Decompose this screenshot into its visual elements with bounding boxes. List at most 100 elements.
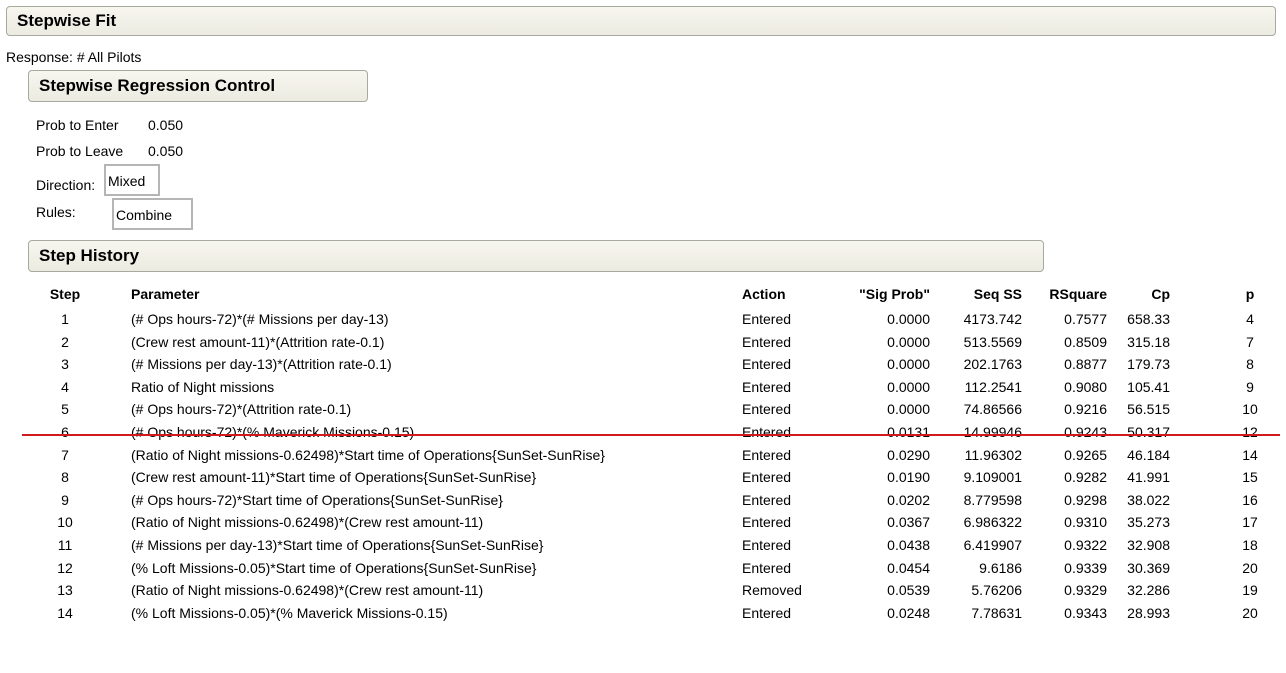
rules-label: Rules: bbox=[36, 204, 76, 220]
column-header-cp: Cp bbox=[1151, 286, 1170, 302]
prob-to-leave-field[interactable]: 0.050 bbox=[148, 142, 183, 160]
cell-seq-ss: 14.99946 bbox=[963, 424, 1022, 440]
cell-parameter: (Ratio of Night missions-0.62498)*(Crew … bbox=[131, 514, 484, 530]
cell-p: 15 bbox=[1242, 469, 1258, 485]
cell-sig-prob: 0.0000 bbox=[887, 356, 930, 372]
cell-action: Entered bbox=[742, 424, 792, 440]
direction-combobox[interactable]: Mixed bbox=[104, 164, 160, 196]
cell-parameter: (Ratio of Night missions-0.62498)*(Crew … bbox=[131, 582, 484, 598]
cell-action: Entered bbox=[742, 311, 792, 327]
cell-seq-ss: 11.96302 bbox=[964, 447, 1022, 463]
cell-cp: 32.908 bbox=[1127, 537, 1170, 553]
cell-cp: 41.991 bbox=[1127, 469, 1170, 485]
cell-sig-prob: 0.0438 bbox=[887, 537, 930, 553]
cell-action: Entered bbox=[742, 379, 792, 395]
cell-p: 14 bbox=[1242, 447, 1258, 463]
cell-cp: 50.317 bbox=[1127, 424, 1170, 440]
cell-seq-ss: 202.1763 bbox=[963, 356, 1022, 372]
cell-rsquare: 0.9343 bbox=[1064, 605, 1107, 621]
cell-parameter: (Crew rest amount-11)*Start time of Oper… bbox=[131, 469, 537, 485]
cell-rsquare: 0.9080 bbox=[1064, 379, 1107, 395]
cell-parameter: Ratio of Night missions bbox=[131, 379, 275, 395]
cell-action: Entered bbox=[742, 334, 792, 350]
stepwise-regression-control-header[interactable]: Stepwise Regression Control bbox=[28, 70, 368, 102]
cell-rsquare: 0.8877 bbox=[1064, 356, 1107, 372]
cell-cp: 28.993 bbox=[1127, 605, 1170, 621]
cell-rsquare: 0.9329 bbox=[1064, 582, 1107, 598]
cell-parameter: (# Ops hours-72)*(Attrition rate-0.1) bbox=[131, 401, 352, 417]
cell-action: Entered bbox=[742, 605, 792, 621]
cell-seq-ss: 6.986322 bbox=[963, 514, 1022, 530]
response-label: Response: # All Pilots bbox=[6, 49, 142, 65]
cell-parameter: (# Missions per day-13)*(Attrition rate-… bbox=[131, 356, 392, 372]
prob-to-leave-label: Prob to Leave bbox=[36, 143, 124, 159]
prob-to-enter-label: Prob to Enter bbox=[36, 117, 119, 133]
cell-seq-ss: 4173.742 bbox=[963, 311, 1022, 327]
cell-rsquare: 0.9282 bbox=[1064, 469, 1107, 485]
cell-step: 3 bbox=[61, 356, 69, 372]
cell-sig-prob: 0.0539 bbox=[887, 582, 930, 598]
step-history-header[interactable]: Step History bbox=[28, 240, 1044, 272]
cell-cp: 38.022 bbox=[1127, 492, 1170, 508]
cell-parameter: (# Missions per day-13)*Start time of Op… bbox=[131, 537, 544, 553]
cell-sig-prob: 0.0000 bbox=[887, 379, 930, 395]
cell-cp: 35.273 bbox=[1127, 514, 1170, 530]
cell-rsquare: 0.7577 bbox=[1064, 311, 1107, 327]
cell-cp: 105.41 bbox=[1127, 379, 1170, 395]
cell-parameter: (# Ops hours-72)*(# Missions per day-13) bbox=[131, 311, 389, 327]
cell-step: 11 bbox=[57, 537, 73, 553]
cell-parameter: (# Ops hours-72)*(% Maverick Missions-0.… bbox=[131, 424, 415, 440]
divider-line bbox=[22, 434, 1280, 436]
cell-sig-prob: 0.0000 bbox=[887, 334, 930, 350]
cell-rsquare: 0.9243 bbox=[1064, 424, 1107, 440]
cell-rsquare: 0.8509 bbox=[1064, 334, 1107, 350]
cell-sig-prob: 0.0454 bbox=[887, 560, 930, 576]
column-header-step: Step bbox=[49, 286, 81, 302]
cell-action: Entered bbox=[742, 537, 792, 553]
cell-sig-prob: 0.0248 bbox=[887, 605, 930, 621]
cell-step: 5 bbox=[61, 401, 69, 417]
cell-rsquare: 0.9339 bbox=[1064, 560, 1107, 576]
cell-seq-ss: 9.109001 bbox=[963, 469, 1022, 485]
cell-seq-ss: 7.78631 bbox=[971, 605, 1022, 621]
cell-step: 2 bbox=[61, 334, 69, 350]
column-header-rsquare: RSquare bbox=[1049, 286, 1107, 302]
cell-step: 7 bbox=[61, 447, 69, 463]
cell-p: 16 bbox=[1242, 492, 1258, 508]
cell-sig-prob: 0.0290 bbox=[887, 447, 930, 463]
cell-p: 4 bbox=[1246, 311, 1254, 327]
cell-seq-ss: 513.5569 bbox=[963, 334, 1022, 350]
cell-cp: 658.33 bbox=[1127, 311, 1170, 327]
cell-cp: 179.73 bbox=[1127, 356, 1170, 372]
stepwise-fit-outline-header[interactable]: Stepwise Fit bbox=[6, 6, 1276, 36]
cell-step: 8 bbox=[61, 469, 69, 485]
rules-combobox[interactable]: Combine bbox=[112, 198, 193, 230]
cell-seq-ss: 6.419907 bbox=[963, 537, 1022, 553]
cell-sig-prob: 0.0367 bbox=[887, 514, 930, 530]
cell-sig-prob: 0.0202 bbox=[887, 492, 930, 508]
cell-seq-ss: 5.76206 bbox=[971, 582, 1022, 598]
cell-action: Entered bbox=[742, 514, 792, 530]
column-header-action: Action bbox=[742, 286, 786, 302]
cell-cp: 46.184 bbox=[1127, 447, 1170, 463]
cell-action: Entered bbox=[742, 356, 792, 372]
cell-p: 9 bbox=[1246, 379, 1254, 395]
cell-action: Entered bbox=[742, 469, 792, 485]
cell-step: 10 bbox=[57, 514, 73, 530]
cell-step: 6 bbox=[61, 424, 69, 440]
cell-rsquare: 0.9265 bbox=[1064, 447, 1107, 463]
cell-rsquare: 0.9322 bbox=[1064, 537, 1107, 553]
cell-seq-ss: 8.779598 bbox=[963, 492, 1022, 508]
cell-cp: 32.286 bbox=[1127, 582, 1170, 598]
prob-to-enter-field[interactable]: 0.050 bbox=[148, 116, 183, 134]
cell-sig-prob: 0.0131 bbox=[887, 424, 930, 440]
cell-parameter: (# Ops hours-72)*Start time of Operation… bbox=[131, 492, 503, 508]
cell-p: 17 bbox=[1242, 514, 1258, 530]
column-header-seq-ss: Seq SS bbox=[973, 286, 1022, 302]
cell-sig-prob: 0.0000 bbox=[887, 311, 930, 327]
cell-parameter: (% Loft Missions-0.05)*(% Maverick Missi… bbox=[131, 605, 448, 621]
cell-sig-prob: 0.0190 bbox=[887, 469, 930, 485]
cell-p: 8 bbox=[1246, 356, 1254, 372]
cell-parameter: (Ratio of Night missions-0.62498)*Start … bbox=[131, 447, 605, 463]
cell-seq-ss: 74.86566 bbox=[963, 401, 1022, 417]
